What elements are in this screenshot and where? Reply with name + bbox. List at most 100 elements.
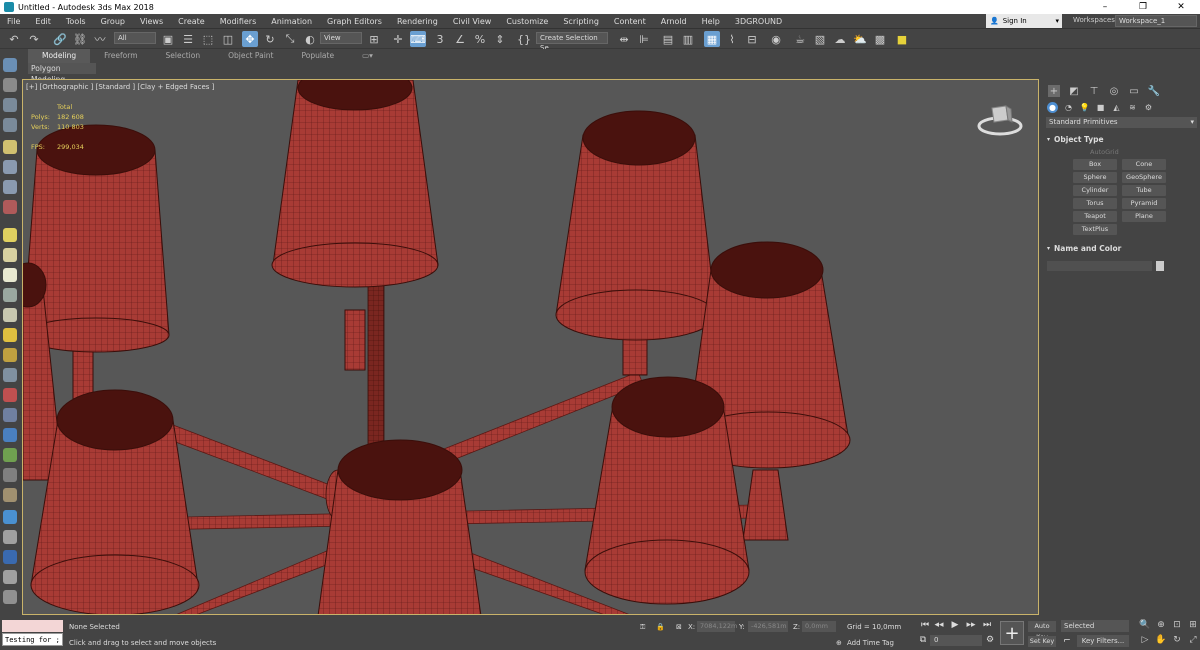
field-of-view-icon[interactable]: ▷: [1139, 634, 1151, 646]
absolute-mode-icon[interactable]: ⊠: [676, 623, 682, 631]
hand-icon[interactable]: [3, 160, 17, 174]
angle-snap-icon[interactable]: ∠: [452, 31, 468, 47]
close-icon[interactable]: ✕: [1162, 0, 1200, 14]
render-setup-icon[interactable]: ☕: [792, 31, 808, 47]
play-icon[interactable]: ▶: [949, 619, 961, 631]
rectangle-selection-icon[interactable]: ⬚: [200, 31, 216, 47]
globe-icon[interactable]: [3, 428, 17, 442]
torus-icon[interactable]: [3, 288, 17, 302]
menu-content[interactable]: Content: [607, 17, 654, 26]
menu-tools[interactable]: Tools: [59, 17, 94, 26]
zoom-extents-icon[interactable]: ⊡: [1171, 619, 1183, 631]
named-selection-set-dropdown[interactable]: Create Selection Se: [536, 32, 608, 52]
cone-button[interactable]: Cone: [1122, 159, 1166, 170]
cylinder-button[interactable]: Cylinder: [1073, 185, 1117, 196]
align-icon[interactable]: ⊫: [636, 31, 652, 47]
autogrid-checkbox[interactable]: AutoGrid: [1090, 148, 1200, 156]
isolate-selection-icon[interactable]: ⚿: [640, 623, 645, 632]
rendered-frame-window-icon[interactable]: ▧: [812, 31, 828, 47]
utilities-tab-icon[interactable]: 🔧: [1148, 85, 1160, 97]
menu-civil-view[interactable]: Civil View: [446, 17, 500, 26]
select-rotate-icon[interactable]: ↻: [262, 31, 278, 47]
tab-selection[interactable]: Selection: [152, 49, 215, 63]
edit-named-selection-icon[interactable]: {}: [516, 31, 532, 47]
render-in-cloud-icon[interactable]: ▩: [872, 31, 888, 47]
zoom-icon[interactable]: 🔍: [1139, 619, 1151, 631]
menu-file[interactable]: File: [0, 17, 28, 26]
menu-3dground[interactable]: 3DGROUND: [728, 17, 790, 26]
clone-icon[interactable]: [3, 570, 17, 584]
sign-in-dropdown[interactable]: 👤 Sign In ▾: [986, 14, 1062, 28]
key-filters-button[interactable]: Key Filters...: [1077, 635, 1129, 647]
textplus-button[interactable]: TextPlus: [1073, 224, 1117, 235]
lights-icon[interactable]: 💡: [1079, 102, 1090, 113]
selection-lock-icon[interactable]: 🔒: [656, 623, 665, 631]
keyboard-shortcut-override-icon[interactable]: ⌨: [410, 31, 426, 47]
grid-icon[interactable]: [3, 468, 17, 482]
dome-icon[interactable]: [3, 248, 17, 262]
misc-icon[interactable]: [3, 590, 17, 604]
current-frame-field[interactable]: 0: [930, 635, 982, 646]
material-editor-icon[interactable]: ◉: [768, 31, 784, 47]
menu-arnold[interactable]: Arnold: [654, 17, 695, 26]
menu-scripting[interactable]: Scripting: [556, 17, 607, 26]
create-tab-icon[interactable]: +: [1048, 85, 1060, 97]
schematic-view-icon[interactable]: ⊟: [744, 31, 760, 47]
set-key-big-icon[interactable]: +: [1000, 621, 1024, 645]
object-type-rollout[interactable]: ▾ Object Type: [1047, 134, 1196, 146]
pyramid-button[interactable]: Pyramid: [1122, 198, 1166, 209]
sphere-white-icon[interactable]: [3, 268, 17, 282]
mirror-icon[interactable]: ⇹: [616, 31, 632, 47]
unlink-icon[interactable]: ⛓: [72, 31, 88, 47]
box-button[interactable]: Box: [1073, 159, 1117, 170]
biped-icon[interactable]: [3, 408, 17, 422]
teapot-button[interactable]: Teapot: [1073, 211, 1117, 222]
particles-icon[interactable]: [3, 368, 17, 382]
orbit-icon[interactable]: ↻: [1171, 634, 1183, 646]
workspace-select[interactable]: Workspace_1: [1115, 15, 1197, 27]
x-coordinate-field[interactable]: 7084,122m: [697, 621, 737, 632]
sun-icon[interactable]: [3, 328, 17, 342]
key-selection-dropdown[interactable]: Selected: [1061, 620, 1129, 632]
bind-space-warp-icon[interactable]: 〰: [92, 31, 108, 47]
tab-object-paint[interactable]: Object Paint: [214, 49, 287, 63]
add-time-tag[interactable]: Add Time Tag: [847, 639, 894, 647]
time-configuration-icon[interactable]: ⚙: [984, 634, 996, 646]
rectangle-icon[interactable]: [3, 228, 17, 242]
menu-graph-editors[interactable]: Graph Editors: [320, 17, 390, 26]
menu-views[interactable]: Views: [133, 17, 171, 26]
render-production-icon[interactable]: ☁: [832, 31, 848, 47]
helpers-icon[interactable]: ◭: [1111, 102, 1122, 113]
select-by-name-icon[interactable]: ☰: [180, 31, 196, 47]
tools-icon[interactable]: [3, 200, 17, 214]
y-coordinate-field[interactable]: -426,581m: [748, 621, 788, 632]
previous-frame-icon[interactable]: ◂◂: [933, 619, 945, 631]
maxscript-listener-output[interactable]: [2, 620, 63, 632]
menu-help[interactable]: Help: [695, 17, 728, 26]
next-frame-icon[interactable]: ▸▸: [965, 619, 977, 631]
walk-icon[interactable]: [3, 530, 17, 544]
spinner-snap-icon[interactable]: ⇕: [492, 31, 508, 47]
modify-tab-icon[interactable]: ◩: [1068, 85, 1080, 97]
disc-icon[interactable]: [3, 348, 17, 362]
select-scale-icon[interactable]: ⤡: [282, 31, 298, 47]
select-object-icon[interactable]: ▣: [160, 31, 176, 47]
link-icon[interactable]: 🔗: [52, 31, 68, 47]
hierarchy-tab-icon[interactable]: ⊤: [1088, 85, 1100, 97]
viewcube-icon[interactable]: [976, 100, 1024, 140]
ribbon-toggle-icon[interactable]: ▦: [704, 31, 720, 47]
polygon-modeling-panel[interactable]: Polygon Modeling: [28, 63, 96, 84]
viewport-label[interactable]: [+] [Orthographic ] [Standard ] [Clay + …: [26, 83, 214, 91]
layer-explorer-icon[interactable]: ▥: [680, 31, 696, 47]
place-icon[interactable]: ◐: [302, 31, 318, 47]
reference-coordinate-dropdown[interactable]: View: [320, 32, 362, 44]
viewport-perspective[interactable]: [+] [Orthographic ] [Standard ] [Clay + …: [22, 79, 1039, 615]
object-color-swatch[interactable]: [1156, 261, 1164, 271]
zoom-all-icon[interactable]: ⊕: [1155, 619, 1167, 631]
percent-snap-icon[interactable]: %: [472, 31, 488, 47]
tab-modeling[interactable]: Modeling: [28, 49, 91, 63]
object-name-field[interactable]: [1047, 261, 1152, 271]
primitive-category-dropdown[interactable]: Standard Primitives: [1046, 117, 1197, 128]
maximize-viewport-icon[interactable]: ⤢: [1187, 634, 1199, 646]
z-coordinate-field[interactable]: 0,0mm: [802, 621, 836, 632]
